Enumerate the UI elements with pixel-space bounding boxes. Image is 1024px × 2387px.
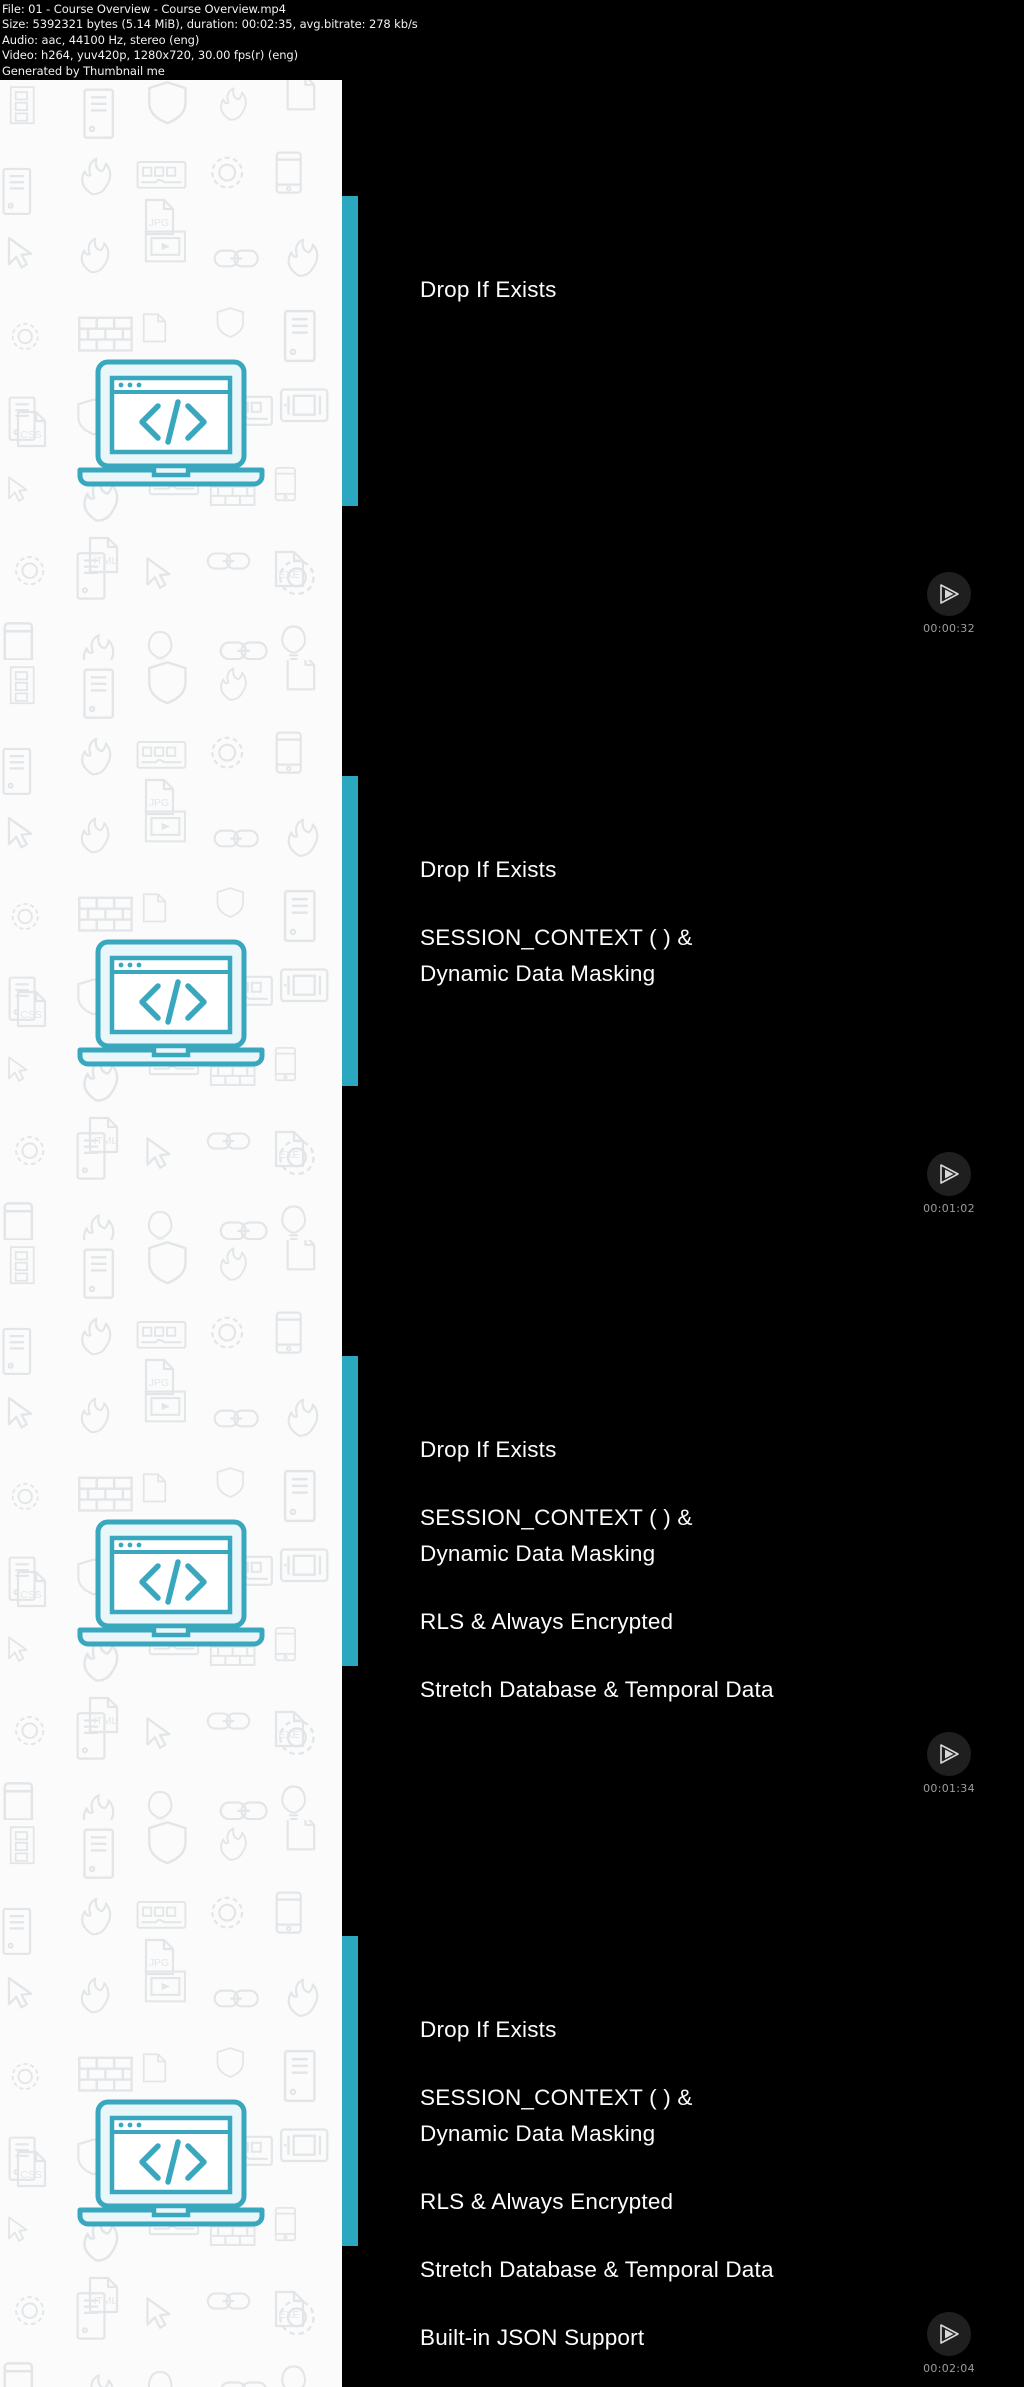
video-thumbnail-tile[interactable]: JPG CSS HTML EXE Drop If Exists SESSION_CONT… bbox=[0, 660, 1024, 1240]
slide-bullet-list: Drop If Exists SESSION_CONTEXT ( ) & Dyna… bbox=[420, 852, 980, 992]
slide-bullet-list: Drop If Exists bbox=[420, 272, 980, 308]
svg-text:JPG: JPG bbox=[149, 217, 169, 229]
svg-text:HTML: HTML bbox=[89, 1135, 118, 1147]
slide-bullet: SESSION_CONTEXT ( ) & Dynamic Data Maski… bbox=[420, 1505, 693, 1566]
svg-text:EXE: EXE bbox=[278, 569, 299, 581]
slide-bullet: RLS & Always Encrypted bbox=[420, 2189, 674, 2214]
svg-text:HTML: HTML bbox=[89, 1715, 118, 1727]
slide-accent-bar bbox=[342, 1356, 358, 1666]
slide-content-panel: Drop If Exists SESSION_CONTEXT ( ) & Dyna… bbox=[342, 1240, 1024, 1820]
slide-bullet: Built-in JSON Support bbox=[420, 2325, 645, 2350]
slide-bullet: RLS & Always Encrypted bbox=[420, 1609, 674, 1634]
svg-text:CSS: CSS bbox=[20, 1589, 42, 1601]
laptop-code-logo-wrap bbox=[76, 938, 266, 1070]
svg-text:JPG: JPG bbox=[149, 1377, 169, 1389]
slide-bullet-list: Drop If Exists SESSION_CONTEXT ( ) & Dyna… bbox=[420, 1432, 980, 1708]
slide-bullet-list: Drop If Exists SESSION_CONTEXT ( ) & Dyna… bbox=[420, 2012, 980, 2356]
slide-accent-bar bbox=[342, 1936, 358, 2246]
slide-illustration-panel: JPG CSS HTML EXE bbox=[0, 1240, 342, 1820]
thumbnail-contact-sheet: File: 01 - Course Overview - Course Over… bbox=[0, 0, 1024, 2387]
svg-text:EXE: EXE bbox=[278, 1149, 299, 1161]
metadata-line-file: File: 01 - Course Overview - Course Over… bbox=[2, 2, 286, 16]
laptop-code-logo-wrap bbox=[76, 358, 266, 490]
metadata-line-generator: Generated by Thumbnail me bbox=[2, 63, 165, 78]
laptop-code-logo bbox=[77, 359, 265, 487]
laptop-code-logo bbox=[77, 1519, 265, 1647]
slide-bullet: SESSION_CONTEXT ( ) & Dynamic Data Maski… bbox=[420, 925, 693, 986]
slide-illustration-panel: JPG CSS HTML EXE bbox=[0, 660, 342, 1240]
video-thumbnail-tile[interactable]: JPG CSS HTML EXE Drop If Exists SESSION_CONT… bbox=[0, 1820, 1024, 2387]
video-metadata-header: File: 01 - Course Overview - Course Over… bbox=[0, 0, 1024, 80]
thumbnail-grid: JPG CSS HTML EXE Drop If Exists 00:00:32 JPG… bbox=[0, 80, 1024, 2387]
svg-text:JPG: JPG bbox=[149, 797, 169, 809]
slide-content-panel: Drop If Exists bbox=[342, 80, 1024, 660]
slide-content-panel: Drop If Exists SESSION_CONTEXT ( ) & Dyna… bbox=[342, 1820, 1024, 2387]
svg-text:CSS: CSS bbox=[20, 1009, 42, 1021]
svg-text:HTML: HTML bbox=[89, 555, 118, 567]
slide-bullet: Drop If Exists bbox=[420, 277, 557, 302]
laptop-code-logo-wrap bbox=[76, 2098, 266, 2230]
slide-bullet: Drop If Exists bbox=[420, 2017, 557, 2042]
slide-bullet: Stretch Database & Temporal Data bbox=[420, 1677, 774, 1702]
slide-bullet: SESSION_CONTEXT ( ) & Dynamic Data Maski… bbox=[420, 2085, 693, 2146]
video-thumbnail-tile[interactable]: JPG CSS HTML EXE Drop If Exists SESSION_CONT… bbox=[0, 1240, 1024, 1820]
video-thumbnail-tile[interactable]: JPG CSS HTML EXE Drop If Exists 00:00:32 bbox=[0, 80, 1024, 660]
slide-bullet: Drop If Exists bbox=[420, 857, 557, 882]
slide-bullet: Drop If Exists bbox=[420, 1437, 557, 1462]
svg-text:EXE: EXE bbox=[278, 1729, 299, 1741]
metadata-line-audio: Audio: aac, 44100 Hz, stereo (eng) bbox=[2, 32, 200, 47]
metadata-line-size: Size: 5392321 bytes (5.14 MiB), duration… bbox=[2, 17, 418, 32]
slide-illustration-panel: JPG CSS HTML EXE bbox=[0, 80, 342, 660]
slide-content-panel: Drop If Exists SESSION_CONTEXT ( ) & Dyna… bbox=[342, 660, 1024, 1240]
laptop-code-logo bbox=[77, 2099, 265, 2227]
laptop-code-logo-wrap bbox=[76, 1518, 266, 1650]
svg-text:CSS: CSS bbox=[20, 2169, 42, 2181]
slide-accent-bar bbox=[342, 196, 358, 506]
svg-text:HTML: HTML bbox=[89, 2295, 118, 2307]
svg-text:CSS: CSS bbox=[20, 429, 42, 441]
slide-bullet: Stretch Database & Temporal Data bbox=[420, 2257, 774, 2282]
svg-text:EXE: EXE bbox=[278, 2309, 299, 2321]
slide-illustration-panel: JPG CSS HTML EXE bbox=[0, 1820, 342, 2387]
laptop-code-logo bbox=[77, 939, 265, 1067]
metadata-line-video: Video: h264, yuv420p, 1280x720, 30.00 fp… bbox=[2, 48, 299, 63]
slide-accent-bar bbox=[342, 776, 358, 1086]
svg-text:JPG: JPG bbox=[149, 1957, 169, 1969]
